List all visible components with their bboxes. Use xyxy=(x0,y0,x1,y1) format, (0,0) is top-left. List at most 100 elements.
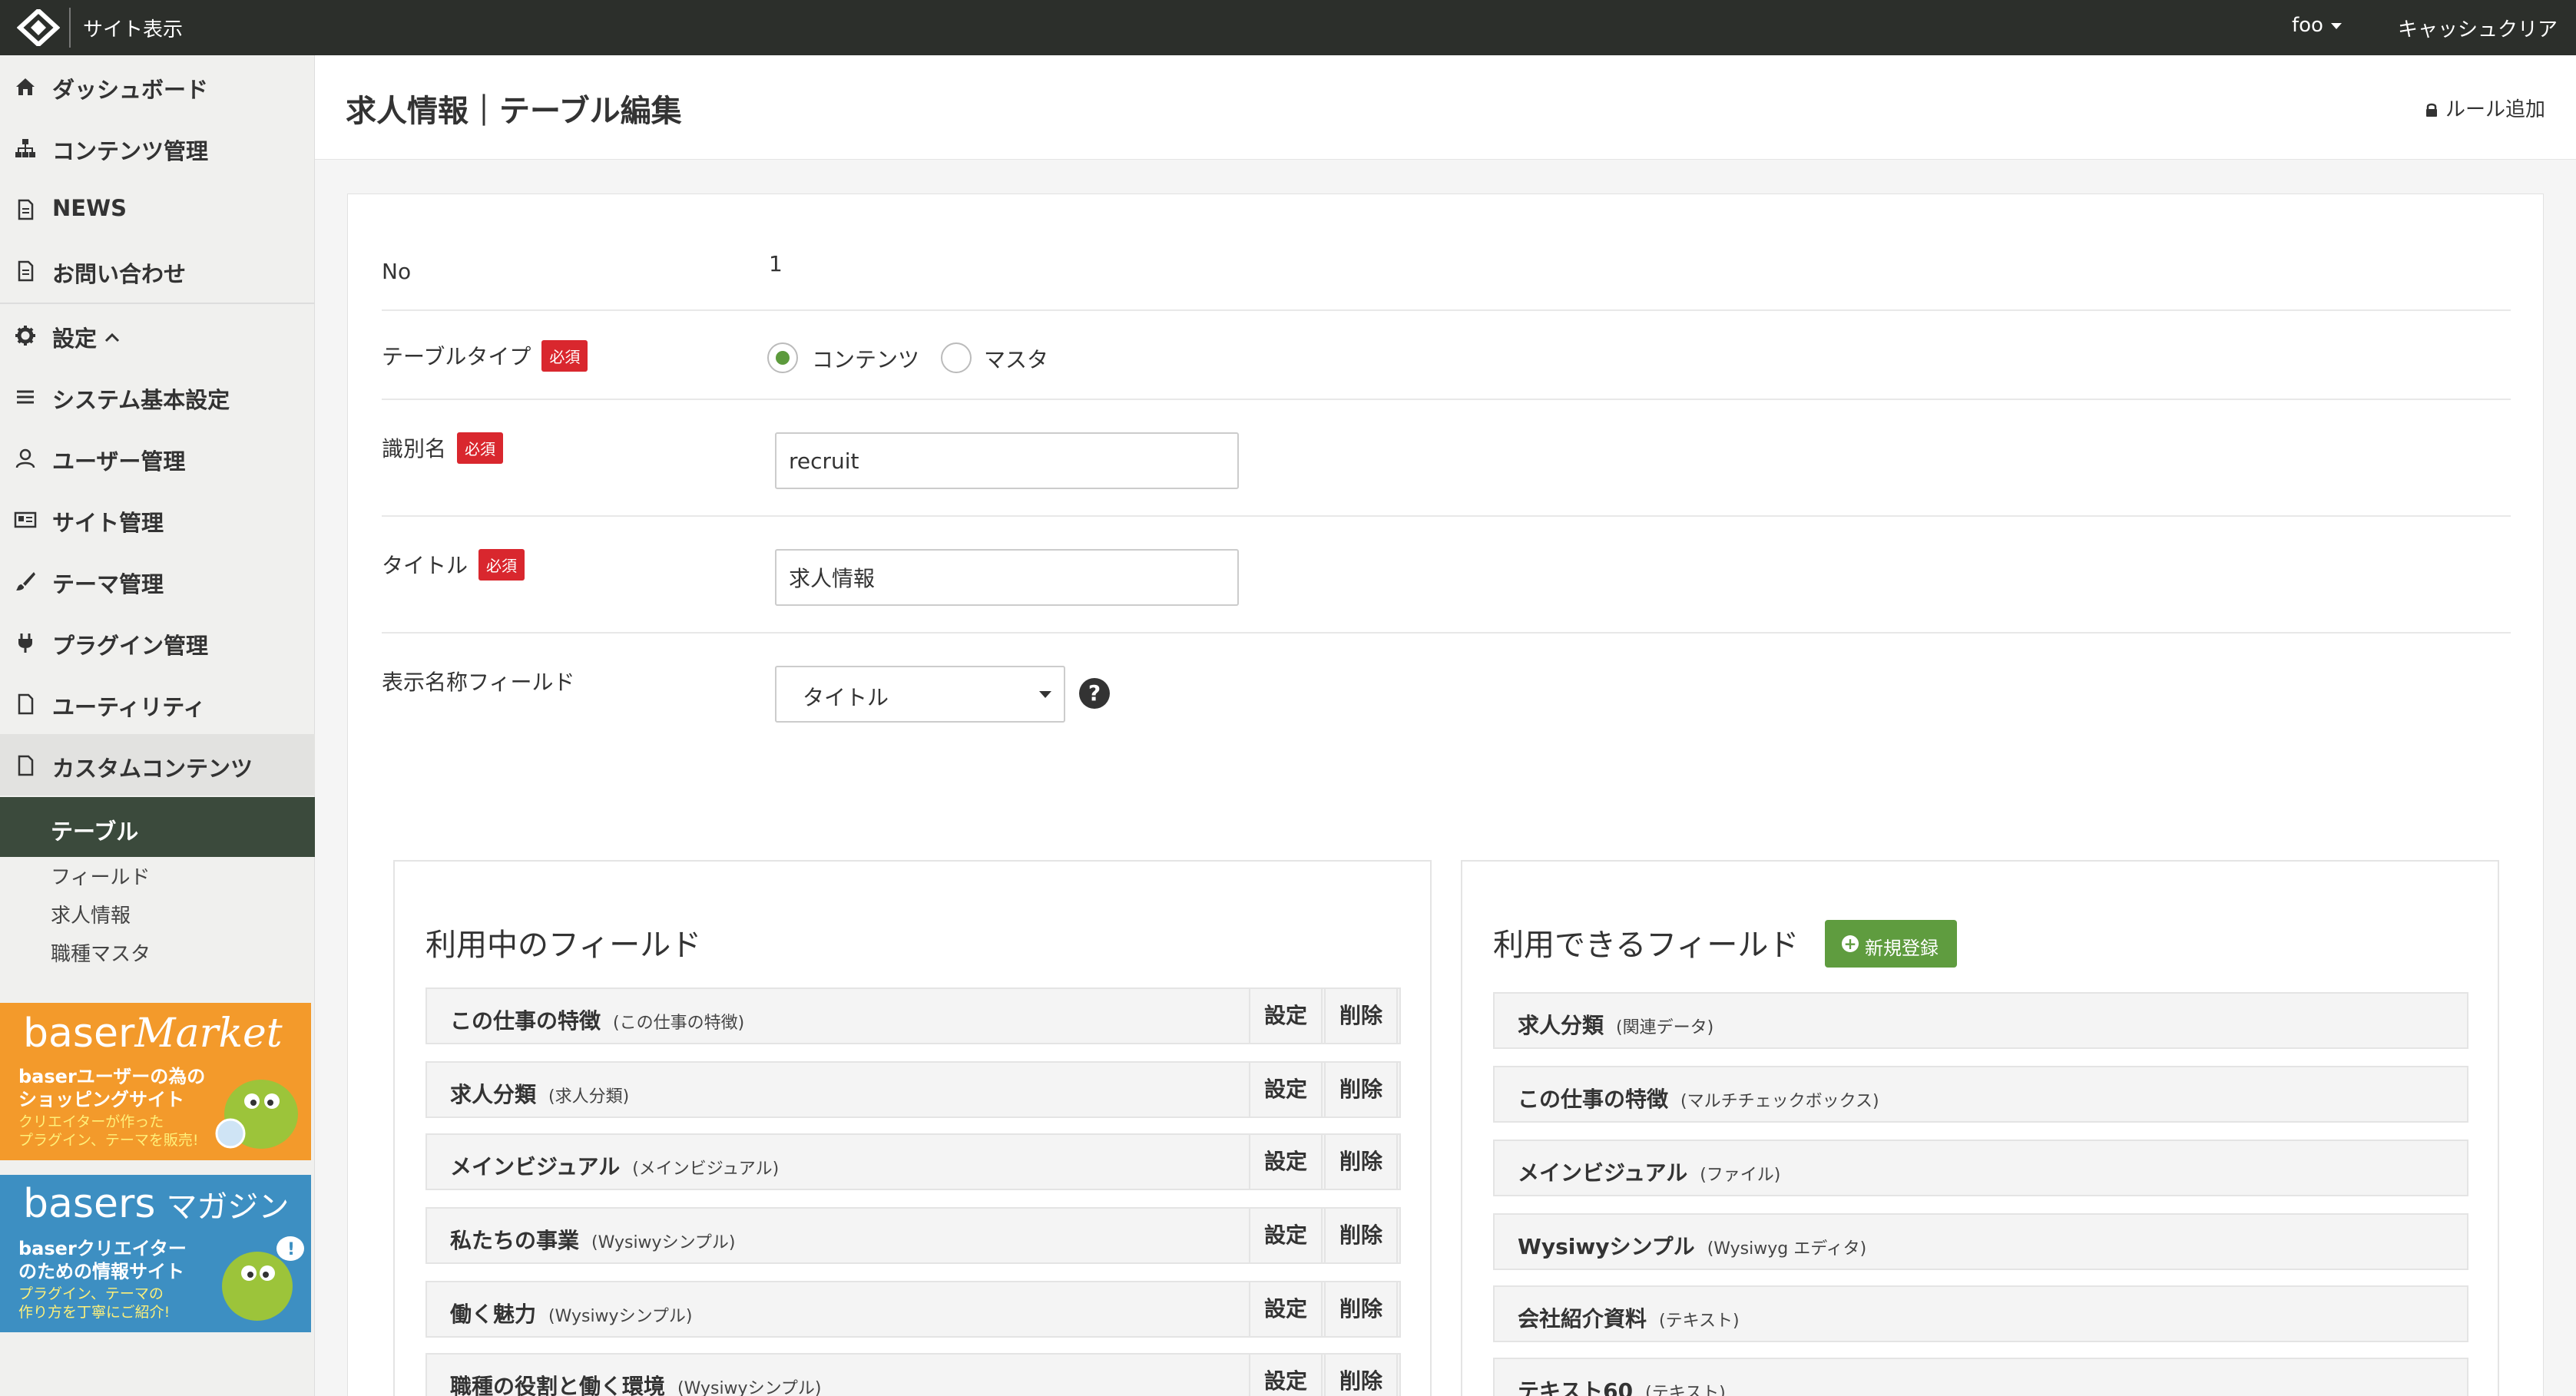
available-field-row[interactable]: 会社紹介資料 (テキスト) xyxy=(1493,1285,2468,1342)
field-settings-button[interactable]: 設定 xyxy=(1249,1061,1323,1118)
available-field-row[interactable]: この仕事の特徴 (マルチチェックボックス) xyxy=(1493,1066,2468,1123)
sidebar-item-contents[interactable]: コンテンツ管理 xyxy=(0,117,315,178)
sidebar-item-settings[interactable]: 設定 xyxy=(0,304,315,366)
identifier-label: 識別名 必須 xyxy=(382,432,504,464)
required-badge: 必須 xyxy=(478,549,525,581)
sidebar-subitem-recruit[interactable]: 求人情報 xyxy=(51,900,131,928)
display-field-select[interactable]: タイトル xyxy=(775,666,1065,723)
used-field-row[interactable]: 求人分類 (求人分類) 設定 削除 xyxy=(425,1061,1401,1118)
user-icon xyxy=(14,447,37,470)
title-input[interactable] xyxy=(775,549,1239,606)
field-name-text: 職種の役割と働く環境 xyxy=(450,1374,666,1396)
table-type-option-label[interactable]: マスタ xyxy=(984,343,1048,374)
sidebar-subitem-job-master[interactable]: 職種マスタ xyxy=(51,938,151,967)
sidebar-item-themes[interactable]: テーマ管理 xyxy=(0,550,315,611)
identifier-input[interactable] xyxy=(775,432,1239,489)
sidebar-item-utilities[interactable]: ユーティリティ xyxy=(0,673,315,734)
svg-text:!: ! xyxy=(287,1240,295,1259)
id-card-icon xyxy=(14,508,37,531)
used-field-row[interactable]: 私たちの事業 (Wysiwyシンプル) 設定 削除 xyxy=(425,1207,1401,1264)
table-type-master-radio[interactable] xyxy=(941,342,972,373)
sidebar-item-label: お問い合わせ xyxy=(52,261,187,287)
field-settings-button[interactable]: 設定 xyxy=(1249,1133,1323,1190)
row-divider xyxy=(382,515,2511,517)
field-name: テキスト60 (テキスト) xyxy=(1518,1374,1726,1396)
field-name: この仕事の特徴 (マルチチェックボックス) xyxy=(1518,1083,1879,1113)
brush-icon xyxy=(14,570,37,593)
used-field-row[interactable]: この仕事の特徴 (この仕事の特徴) 設定 削除 xyxy=(425,987,1401,1044)
available-field-row[interactable]: 求人分類 (関連データ) xyxy=(1493,992,2468,1049)
field-name: この仕事の特徴 (この仕事の特徴) xyxy=(450,1004,744,1035)
basercms-logo-icon[interactable] xyxy=(17,9,60,46)
sidebar-item-contact[interactable]: お問い合わせ xyxy=(0,240,315,301)
field-delete-button[interactable]: 削除 xyxy=(1324,1133,1398,1190)
sidebar-item-plugins[interactable]: プラグイン管理 xyxy=(0,611,315,673)
field-delete-button[interactable]: 削除 xyxy=(1324,1281,1398,1338)
banner-line: プラグイン、テーマを販売! xyxy=(18,1132,199,1149)
field-name-text: テキスト60 xyxy=(1518,1378,1634,1396)
menu-icon xyxy=(14,385,37,409)
sidebar-item-system[interactable]: システム基本設定 xyxy=(0,366,315,427)
field-delete-button[interactable]: 削除 xyxy=(1324,1207,1398,1264)
row-divider xyxy=(382,632,2511,633)
caret-down-icon xyxy=(2330,22,2342,29)
sidebar-item-sites[interactable]: サイト管理 xyxy=(0,488,315,550)
field-type: (関連データ) xyxy=(1616,1018,1714,1037)
banner-line: ショッピングサイト xyxy=(18,1089,184,1110)
rule-add-label: ルール追加 xyxy=(2445,98,2546,121)
basers-magazine-banner[interactable]: basers マガジン baserクリエイター のための情報サイト プラグイン、テ… xyxy=(0,1175,311,1332)
sidebar-item-label: サイト管理 xyxy=(52,510,164,536)
baser-market-banner[interactable]: baserMarket baserユーザーの為の ショッピングサイト クリエイタ… xyxy=(0,1003,311,1160)
used-field-row[interactable]: 働く魅力 (Wysiwyシンプル) 設定 削除 xyxy=(425,1281,1401,1338)
used-field-row[interactable]: メインビジュアル (メインビジュアル) 設定 削除 xyxy=(425,1133,1401,1190)
field-settings-button[interactable]: 設定 xyxy=(1249,1281,1323,1338)
site-view-link[interactable]: サイト表示 xyxy=(83,14,183,42)
banner-line: クリエイターが作った xyxy=(18,1113,164,1130)
sidebar-item-custom-content[interactable]: カスタムコンテンツ xyxy=(0,734,315,796)
user-menu[interactable]: foo xyxy=(2292,14,2342,37)
display-field-label: 表示名称フィールド xyxy=(382,670,575,695)
field-type: (メインビジュアル) xyxy=(632,1159,780,1179)
mascot-icon: ! xyxy=(222,1236,304,1321)
table-type-option-label[interactable]: コンテンツ xyxy=(812,343,919,374)
new-field-button[interactable]: + 新規登録 xyxy=(1825,920,1957,968)
field-settings-button[interactable]: 設定 xyxy=(1249,987,1323,1044)
available-fields-panel: 利用できるフィールド + 新規登録 求人分類 (関連データ) この仕事の特徴 (マル… xyxy=(1461,860,2499,1396)
banner-line: 作り方を丁寧にご紹介! xyxy=(18,1304,171,1321)
field-delete-button[interactable]: 削除 xyxy=(1324,1061,1398,1118)
field-delete-button[interactable]: 削除 xyxy=(1324,987,1398,1044)
field-delete-button[interactable]: 削除 xyxy=(1324,1353,1398,1396)
top-bar: サイト表示 foo キャッシュクリア xyxy=(0,0,2576,55)
sidebar-subitem-table[interactable]: テーブル xyxy=(0,797,315,857)
available-field-row[interactable]: Wysiwyシンプル (Wysiwyg エディタ) xyxy=(1493,1213,2468,1270)
cache-clear-link[interactable]: キャッシュクリア xyxy=(2398,14,2558,42)
new-field-label: 新規登録 xyxy=(1865,938,1939,959)
sidebar-item-users[interactable]: ユーザー管理 xyxy=(0,427,315,488)
sidebar-item-label: システム基本設定 xyxy=(52,387,230,413)
help-icon[interactable]: ? xyxy=(1079,678,1110,709)
sitemap-icon xyxy=(14,137,37,160)
field-settings-button[interactable]: 設定 xyxy=(1249,1207,1323,1264)
used-field-row[interactable]: 職種の役割と働く環境 (Wysiwyシンプル) 設定 削除 xyxy=(425,1353,1401,1396)
sidebar-item-dashboard[interactable]: ダッシュボード xyxy=(0,55,315,117)
sidebar-subitem-fields[interactable]: フィールド xyxy=(51,862,150,890)
rule-add-link[interactable]: ルール追加 xyxy=(2424,94,2545,122)
sidebar-subitem-label: テーブル xyxy=(51,819,139,845)
table-type-contents-radio[interactable] xyxy=(767,342,798,373)
available-field-row[interactable]: テキスト60 (テキスト) xyxy=(1493,1358,2468,1396)
field-name: 働く魅力 (Wysiwyシンプル) xyxy=(450,1298,693,1328)
sidebar-item-label: テーマ管理 xyxy=(52,571,164,597)
field-settings-button[interactable]: 設定 xyxy=(1249,1353,1323,1396)
banner-brand-sub: マガジン xyxy=(166,1189,290,1225)
table-type-label: テーブルタイプ 必須 xyxy=(382,340,588,372)
field-type: (Wysiwyシンプル) xyxy=(591,1233,736,1252)
used-fields-title: 利用中のフィールド xyxy=(425,928,702,963)
field-name-text: この仕事の特徴 xyxy=(450,1008,601,1034)
document-icon xyxy=(14,754,37,777)
no-label: No xyxy=(382,259,412,284)
available-field-row[interactable]: メインビジュアル (ファイル) xyxy=(1493,1140,2468,1196)
field-name-text: メインビジュアル xyxy=(450,1154,621,1179)
sidebar-item-label: 設定 xyxy=(52,326,98,352)
sidebar-item-news[interactable]: NEWS xyxy=(0,178,315,240)
mascot-icon xyxy=(215,1080,298,1149)
